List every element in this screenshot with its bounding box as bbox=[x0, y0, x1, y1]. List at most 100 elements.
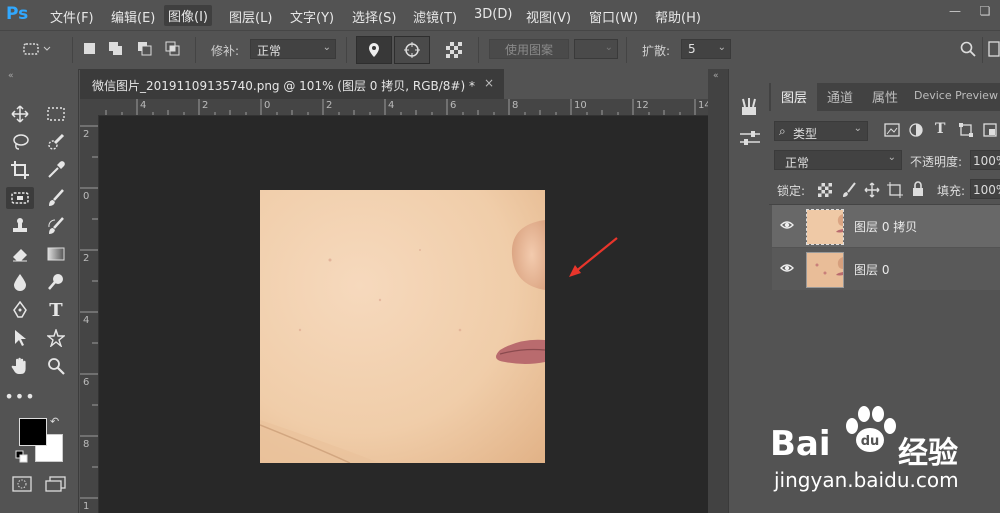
magnifier-icon bbox=[42, 355, 70, 377]
transparent-toggle[interactable] bbox=[436, 36, 472, 64]
restore-icon[interactable]: ❏ bbox=[970, 0, 1000, 22]
menu-type[interactable]: 文字(Y) bbox=[290, 7, 334, 26]
fill-input[interactable]: 100% bbox=[970, 179, 1000, 199]
menu-help[interactable]: 帮助(H) bbox=[655, 7, 701, 26]
collapse-icon[interactable]: « bbox=[8, 71, 14, 81]
tab-channels[interactable]: 通道 bbox=[827, 87, 853, 106]
patch-mode-select[interactable]: 正常 ⌄ bbox=[250, 39, 336, 59]
photoshop-logo[interactable]: Ps bbox=[6, 4, 28, 24]
pen-tool[interactable] bbox=[6, 299, 34, 321]
menu-image[interactable]: 图像(I) bbox=[164, 5, 212, 26]
dodge-tool[interactable] bbox=[42, 271, 70, 293]
opacity-input[interactable]: 100% bbox=[970, 150, 1000, 170]
baidu-jingyan-watermark: du Bai 经验 jingyan.baidu.com bbox=[770, 400, 1000, 500]
menu-3d[interactable]: 3D(D) bbox=[474, 7, 512, 22]
lock-position-icon[interactable] bbox=[864, 182, 880, 201]
menu-window[interactable]: 窗口(W) bbox=[589, 7, 638, 26]
menu-filter[interactable]: 滤镜(T) bbox=[413, 7, 457, 26]
layer-thumbnail[interactable] bbox=[806, 209, 844, 245]
lock-pixels-icon[interactable] bbox=[842, 182, 856, 201]
use-pattern-button[interactable]: 使用图案 bbox=[489, 39, 569, 59]
menu-file[interactable]: 文件(F) bbox=[50, 7, 94, 26]
ruler-horizontal[interactable]: 4 2 0 2 4 6 8 10 12 14 bbox=[80, 99, 711, 116]
hand-tool[interactable] bbox=[6, 355, 34, 377]
menu-select[interactable]: 选择(S) bbox=[352, 7, 396, 26]
filter-pixel-icon[interactable] bbox=[884, 123, 900, 140]
layer-thumbnail[interactable] bbox=[806, 252, 844, 288]
destination-toggle[interactable] bbox=[394, 36, 430, 64]
tab-device-preview[interactable]: Device Preview bbox=[914, 89, 998, 102]
search-icon[interactable] bbox=[960, 41, 976, 60]
ruler-label: 1 bbox=[83, 501, 90, 512]
tab-layers[interactable]: 图层 bbox=[781, 87, 807, 106]
layer-row[interactable]: 图层 0 bbox=[772, 248, 1000, 290]
default-colors-icon[interactable] bbox=[15, 450, 29, 467]
layer-name[interactable]: 图层 0 bbox=[854, 261, 889, 278]
kind-filter-select[interactable]: ⌕ 类型 ⌄ bbox=[774, 121, 868, 141]
minimize-icon[interactable]: — bbox=[940, 0, 970, 22]
stamp-tool[interactable] bbox=[6, 215, 34, 237]
tab-properties[interactable]: 属性 bbox=[872, 87, 898, 106]
ruler-label: 10 bbox=[574, 100, 587, 111]
adjustments-panel-icon[interactable] bbox=[739, 129, 761, 150]
filter-type-icon[interactable]: T bbox=[935, 121, 945, 137]
document-tab[interactable]: 微信图片_20191109135740.png @ 101% (图层 0 拷贝,… bbox=[80, 69, 504, 99]
quick-mask-icon[interactable] bbox=[12, 476, 32, 495]
paw-logo-icon: du bbox=[846, 406, 896, 452]
add-selection-icon[interactable] bbox=[108, 41, 124, 57]
ruler-origin[interactable] bbox=[80, 99, 98, 115]
quick-selection-tool[interactable] bbox=[42, 131, 70, 153]
lasso-tool[interactable] bbox=[6, 131, 34, 153]
new-selection-icon[interactable] bbox=[82, 41, 98, 57]
filter-adjustment-icon[interactable] bbox=[909, 123, 923, 140]
diffusion-select[interactable]: 5 ⌄ bbox=[681, 39, 731, 59]
crop-tool[interactable] bbox=[6, 159, 34, 181]
workspace-icon[interactable] bbox=[988, 41, 1000, 60]
visibility-eye-icon[interactable] bbox=[780, 218, 794, 232]
ruler-vertical[interactable]: 2 0 2 4 6 8 1 bbox=[80, 115, 99, 513]
custom-shape-tool[interactable] bbox=[42, 327, 70, 349]
menu-layer[interactable]: 图层(L) bbox=[229, 7, 272, 26]
ruler-label: 8 bbox=[512, 100, 519, 111]
menu-view[interactable]: 视图(V) bbox=[526, 7, 571, 26]
swap-colors-icon[interactable]: ↶ bbox=[50, 415, 59, 428]
expand-icon[interactable]: « bbox=[713, 71, 719, 81]
visibility-eye-icon[interactable] bbox=[780, 261, 794, 275]
screen-mode-icon[interactable] bbox=[45, 476, 67, 495]
map-pin-icon bbox=[369, 43, 379, 57]
move-tool[interactable] bbox=[6, 103, 34, 125]
blur-tool[interactable] bbox=[6, 271, 34, 293]
brushes-panel-icon[interactable] bbox=[739, 97, 759, 120]
gradient-tool[interactable] bbox=[42, 243, 70, 265]
subtract-selection-icon[interactable] bbox=[137, 41, 153, 57]
brush-tool[interactable] bbox=[42, 187, 70, 209]
ruler-label: 0 bbox=[83, 191, 90, 202]
path-selection-tool[interactable] bbox=[6, 327, 34, 349]
marquee-tool[interactable] bbox=[42, 103, 70, 125]
zoom-tool[interactable] bbox=[42, 355, 70, 377]
ruler-label: 8 bbox=[83, 439, 90, 450]
filter-smart-object-icon[interactable] bbox=[983, 123, 997, 140]
menu-edit[interactable]: 编辑(E) bbox=[111, 7, 155, 26]
foreground-color-swatch[interactable] bbox=[19, 418, 47, 446]
source-toggle[interactable] bbox=[356, 36, 392, 64]
layer-name[interactable]: 图层 0 拷贝 bbox=[854, 218, 917, 235]
lock-artboard-icon[interactable] bbox=[887, 182, 903, 201]
type-tool[interactable]: T bbox=[42, 299, 70, 321]
close-icon[interactable]: × bbox=[484, 76, 494, 90]
layer-row[interactable]: 图层 0 拷贝 bbox=[772, 205, 1000, 247]
eyedropper-tool[interactable] bbox=[42, 159, 70, 181]
lock-all-icon[interactable] bbox=[912, 181, 924, 200]
pattern-picker[interactable]: ⌄ bbox=[574, 39, 618, 59]
blend-mode-select[interactable]: 正常 ⌄ bbox=[774, 150, 902, 170]
document-image[interactable] bbox=[260, 190, 545, 463]
chevron-down-icon: ⌄ bbox=[717, 42, 726, 53]
history-brush-tool[interactable] bbox=[42, 215, 70, 237]
more-tools[interactable]: ••• bbox=[4, 385, 34, 407]
patch-tool-preset-icon[interactable] bbox=[22, 41, 52, 60]
filter-shape-icon[interactable] bbox=[959, 123, 973, 140]
eraser-tool[interactable] bbox=[6, 243, 34, 265]
intersect-selection-icon[interactable] bbox=[165, 41, 181, 57]
patch-tool[interactable] bbox=[6, 187, 34, 209]
lock-transparent-icon[interactable] bbox=[818, 183, 832, 200]
